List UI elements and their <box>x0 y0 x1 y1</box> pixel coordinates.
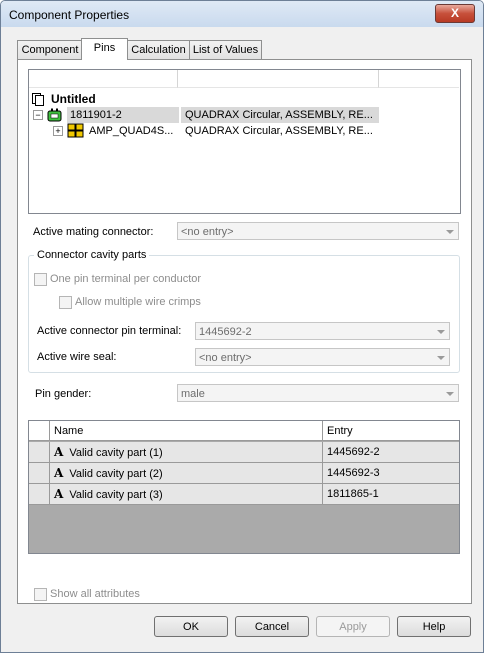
pin-grid-icon <box>67 123 84 138</box>
cavity-parts-title: Connector cavity parts <box>34 249 150 261</box>
pin-terminal-select[interactable]: 1445692-2 <box>195 322 450 340</box>
document-icon <box>32 93 44 106</box>
row-selector[interactable] <box>29 463 50 484</box>
one-pin-checkbox[interactable] <box>34 273 47 286</box>
one-pin-label: One pin terminal per conductor <box>50 273 202 285</box>
tree-header-col-2 <box>178 70 379 88</box>
tab-component[interactable]: Component <box>17 40 83 59</box>
mating-connector-select[interactable]: <no entry> <box>177 222 459 240</box>
tab-pins[interactable]: Pins <box>81 38 128 60</box>
wire-seal-label: Active wire seal: <box>37 351 117 363</box>
grid-row[interactable]: A Valid cavity part (1) 1445692-2 <box>29 442 459 463</box>
pin-terminal-value: 1445692-2 <box>199 326 252 338</box>
title-bar: Component Properties X <box>1 1 483 27</box>
cancel-button[interactable]: Cancel <box>235 616 309 637</box>
tree-header-col-3 <box>379 70 459 88</box>
grid-cell-entry[interactable]: 1445692-2 <box>323 442 459 463</box>
tree-root-row[interactable]: Untitled <box>31 91 379 107</box>
valid-cavity-grid[interactable]: Name Entry A Valid cavity part (1) 144569… <box>28 420 460 554</box>
cell-name-text: Valid cavity part (2) <box>69 468 163 480</box>
component-tree[interactable]: Untitled − 1811901-2 QUADRAX Circular, A… <box>28 69 461 214</box>
grid-cell-name: A Valid cavity part (1) <box>50 442 323 463</box>
collapse-icon[interactable]: − <box>33 110 43 120</box>
allow-multiple-checkbox[interactable] <box>59 296 72 309</box>
grid-header-name[interactable]: Name <box>50 421 323 441</box>
tab-list-of-values[interactable]: List of Values <box>189 40 262 59</box>
tree-row-connector[interactable]: − 1811901-2 QUADRAX Circular, ASSEMBLY, … <box>31 107 379 123</box>
component-properties-dialog: Component Properties X Component Pins Ca… <box>0 0 484 653</box>
grid-cell-name: A Valid cavity part (2) <box>50 463 323 484</box>
close-button[interactable]: X <box>435 4 475 23</box>
apply-button[interactable]: Apply <box>316 616 390 637</box>
pin-gender-value: male <box>181 388 205 400</box>
wire-seal-select[interactable]: <no entry> <box>195 348 450 366</box>
pin-terminal-label: Active connector pin terminal: <box>37 325 182 337</box>
connector-icon <box>47 108 62 122</box>
chevron-down-icon <box>446 230 454 234</box>
grid-corner-header <box>29 421 50 441</box>
grid-row[interactable]: A Valid cavity part (3) 1811865-1 <box>29 484 459 505</box>
ok-button[interactable]: OK <box>154 616 228 637</box>
pins-tab-page: Untitled − 1811901-2 QUADRAX Circular, A… <box>17 59 472 604</box>
chevron-down-icon <box>446 392 454 396</box>
grid-row[interactable]: A Valid cavity part (2) 1445692-3 <box>29 463 459 484</box>
wire-seal-value: <no entry> <box>199 352 252 364</box>
tree-row-subassembly[interactable]: + AMP_QUAD4S... QUADRAX Circular, ASSEMB… <box>31 123 379 139</box>
row-selector[interactable] <box>29 442 50 463</box>
grid-cell-entry[interactable]: 1811865-1 <box>323 484 459 505</box>
tree-root-label: Untitled <box>51 92 96 106</box>
expand-icon[interactable]: + <box>53 126 63 136</box>
show-all-label: Show all attributes <box>50 588 140 600</box>
cell-name-text: Valid cavity part (3) <box>69 489 163 501</box>
cell-name-text: Valid cavity part (1) <box>69 447 163 459</box>
grid-cell-entry[interactable]: 1445692-3 <box>323 463 459 484</box>
show-all-checkbox[interactable] <box>34 588 47 601</box>
allow-multiple-label: Allow multiple wire crimps <box>75 296 201 308</box>
attribute-icon: A <box>54 466 64 480</box>
tree-row-desc: QUADRAX Circular, ASSEMBLY, RE... <box>185 125 373 137</box>
tree-header <box>29 70 460 88</box>
mating-connector-label: Active mating connector: <box>33 226 154 238</box>
mating-connector-value: <no entry> <box>181 226 234 238</box>
tree-header-col-1 <box>29 70 178 88</box>
tab-calculation[interactable]: Calculation <box>126 40 191 59</box>
pin-gender-label: Pin gender: <box>35 388 92 400</box>
attribute-icon: A <box>54 487 64 501</box>
window-title: Component Properties <box>9 8 130 22</box>
tree-row-name: AMP_QUAD4S... <box>89 125 174 137</box>
help-button[interactable]: Help <box>397 616 471 637</box>
grid-cell-name: A Valid cavity part (3) <box>50 484 323 505</box>
tree-row-name: 1811901-2 <box>67 107 179 123</box>
grid-header-entry[interactable]: Entry <box>323 421 459 441</box>
chevron-down-icon <box>437 330 445 334</box>
attribute-icon: A <box>54 445 64 459</box>
tree-row-desc: QUADRAX Circular, ASSEMBLY, RE... <box>181 107 379 123</box>
row-selector[interactable] <box>29 484 50 505</box>
chevron-down-icon <box>437 356 445 360</box>
pin-gender-select[interactable]: male <box>177 384 459 402</box>
